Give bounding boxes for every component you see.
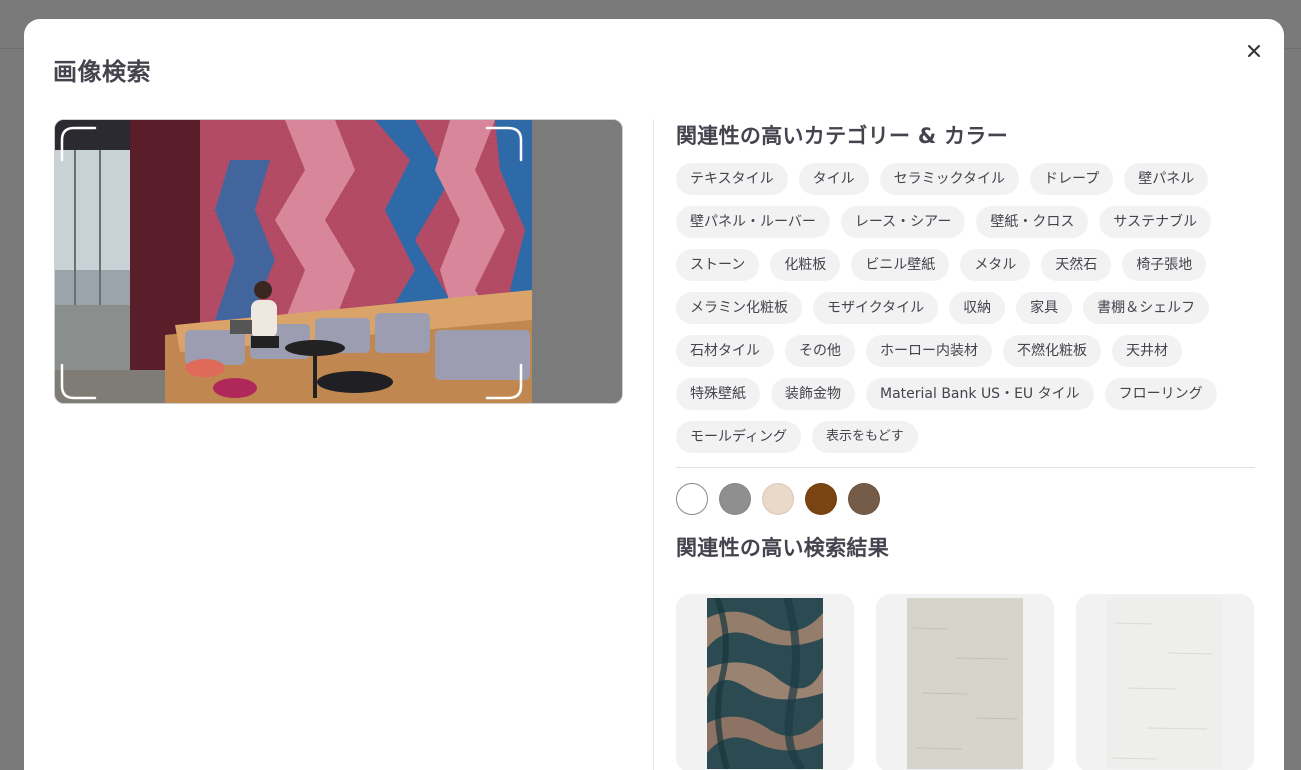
category-chip[interactable]: タイル xyxy=(798,163,869,195)
modal-title: 画像検索 xyxy=(53,58,151,86)
color-swatch-gray[interactable] xyxy=(719,483,751,515)
color-swatch-list xyxy=(676,483,880,515)
category-chip[interactable]: テキスタイル xyxy=(676,163,788,195)
category-chip[interactable]: 壁パネル・ルーバー xyxy=(676,206,830,238)
category-chip[interactable]: サステナブル xyxy=(1099,206,1212,238)
category-chip[interactable]: 不燃化粧板 xyxy=(1003,335,1101,367)
category-chip[interactable]: 壁紙・クロス xyxy=(976,206,1089,238)
section-divider xyxy=(676,467,1255,468)
light-gray-stone-image xyxy=(907,597,1023,769)
category-chip[interactable]: モザイクタイル xyxy=(813,292,939,324)
result-card[interactable] xyxy=(676,594,854,770)
result-card[interactable] xyxy=(876,594,1054,770)
category-chip-list: テキスタイル タイル セラミックタイル ドレープ 壁パネル 壁パネル・ルーバー … xyxy=(676,163,1261,453)
granite-texture-image xyxy=(707,597,823,769)
category-chip[interactable]: 化粧板 xyxy=(770,249,841,281)
result-card[interactable] xyxy=(1076,594,1254,770)
category-chip[interactable]: Material Bank US・EU タイル xyxy=(866,378,1094,410)
category-chip[interactable]: 家具 xyxy=(1016,292,1073,324)
category-chip[interactable]: フローリング xyxy=(1104,378,1217,410)
category-chip[interactable]: 装飾金物 xyxy=(771,378,855,410)
white-stone-image xyxy=(1107,597,1223,769)
category-chip[interactable]: 壁パネル xyxy=(1124,163,1209,195)
uploaded-image-preview[interactable] xyxy=(54,119,623,404)
panel-divider xyxy=(653,119,654,770)
results-title: 関連性の高い検索結果 xyxy=(676,536,889,560)
category-chip[interactable]: レース・シアー xyxy=(840,206,966,238)
category-chip[interactable]: 収納 xyxy=(949,292,1006,324)
category-chip[interactable]: 特殊壁紙 xyxy=(676,378,760,410)
close-icon xyxy=(1248,45,1260,57)
category-chip[interactable]: ビニル壁紙 xyxy=(851,249,950,281)
categories-title: 関連性の高いカテゴリー & カラー xyxy=(676,124,1009,148)
category-chip[interactable]: メタル xyxy=(960,249,1031,281)
category-chip[interactable]: ストーン xyxy=(676,249,760,281)
category-chip[interactable]: 天井材 xyxy=(1112,335,1182,367)
category-chip[interactable]: モールディング xyxy=(676,421,802,453)
category-chip[interactable]: メラミン化粧板 xyxy=(676,292,802,324)
category-chip[interactable]: 石材タイル xyxy=(676,335,774,367)
color-swatch-beige[interactable] xyxy=(762,483,794,515)
category-chip[interactable]: セラミックタイル xyxy=(879,163,1020,195)
color-swatch-taupe[interactable] xyxy=(848,483,880,515)
category-chip[interactable]: 天然石 xyxy=(1041,249,1112,281)
preview-photo xyxy=(55,120,532,403)
image-search-modal: 画像検索 関連性の高いカテゴリー & カラー テキスタイル タイル セラミックタ… xyxy=(24,19,1284,770)
close-button[interactable] xyxy=(1242,39,1266,63)
show-less-button[interactable]: 表示をもどす xyxy=(812,421,918,453)
color-swatch-brown[interactable] xyxy=(805,483,837,515)
category-chip[interactable]: 書棚＆シェルフ xyxy=(1083,292,1210,324)
category-chip[interactable]: ホーロー内装材 xyxy=(866,335,992,367)
color-swatch-white[interactable] xyxy=(676,483,708,515)
result-grid xyxy=(676,594,1254,770)
category-chip[interactable]: その他 xyxy=(785,335,855,367)
preview-dim-area xyxy=(532,120,622,403)
category-chip[interactable]: 椅子張地 xyxy=(1122,249,1207,281)
category-chip[interactable]: ドレープ xyxy=(1030,163,1114,195)
